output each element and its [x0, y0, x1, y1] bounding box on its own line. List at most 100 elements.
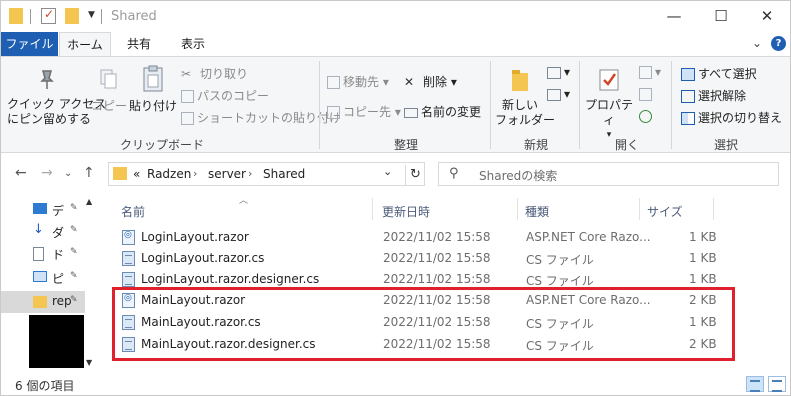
ribbon-expand-icon[interactable]: ⌄	[752, 36, 762, 50]
move-to-button[interactable]: 移動先 ▾	[327, 73, 389, 90]
razor-file-icon	[122, 230, 135, 245]
tab-home[interactable]: ホーム	[59, 32, 111, 56]
new-folder-icon	[512, 70, 528, 91]
edit-button[interactable]	[639, 87, 655, 101]
search-input[interactable]: Sharedの検索	[479, 167, 557, 184]
copy-path-button[interactable]: パスのコピー	[181, 87, 269, 104]
paste-label: 貼り付け	[129, 99, 178, 113]
document-icon	[33, 247, 44, 261]
properties-button[interactable]: プロパティ ▾	[583, 67, 635, 143]
open-button[interactable]: ▾	[639, 65, 661, 79]
pin-icon: ✎	[70, 271, 78, 281]
history-button[interactable]	[639, 109, 655, 123]
maximize-button[interactable]: ☐	[698, 1, 744, 32]
search-icon: ⚲	[449, 166, 459, 181]
pin-to-quick-access-button[interactable]: クイック アクセス にピン留めする	[7, 69, 106, 127]
open-group-label: 開く	[614, 138, 639, 152]
rename-button[interactable]: 名前の変更	[404, 103, 481, 120]
copy-to-button[interactable]: コピー先 ▾	[327, 103, 401, 120]
cs-file-icon	[122, 272, 135, 287]
copy-label: コピー	[91, 99, 128, 113]
cut-button[interactable]: ✂ 切り取り	[181, 65, 248, 83]
recent-dropdown-icon[interactable]: ⌄	[64, 168, 72, 179]
select-none-button[interactable]: 選択解除	[681, 87, 746, 104]
pin-icon: ✎	[70, 247, 78, 257]
properties-label: プロパティ	[584, 98, 633, 127]
column-header-type[interactable]: 種類	[525, 203, 549, 220]
desktop-icon	[33, 203, 47, 214]
navigation-pane: デ ✎ ↓ ダ ✎ ド ✎ ピ ✎ rep ✎ ▲ ▼	[1, 195, 96, 373]
column-header-name[interactable]: 名前	[121, 203, 145, 220]
breadcrumb-server[interactable]: server	[208, 167, 246, 181]
nav-item-downloads[interactable]: ↓ ダ ✎	[33, 221, 85, 243]
help-icon[interactable]: ?	[771, 36, 786, 51]
paste-shortcut-icon	[181, 112, 194, 125]
table-row[interactable]: LoginLayout.razor 2022/11/02 15:58 ASP.N…	[117, 227, 737, 248]
easy-access-button[interactable]: ▾	[547, 87, 570, 101]
pin-icon: ✎	[70, 225, 78, 235]
explorer-window: ▼ Shared — ☐ ✕ ファイル ホーム 共有 表示 ⌄ ? クイック ア…	[0, 0, 791, 396]
up-icon[interactable]: ↑	[83, 165, 95, 181]
copy-icon	[100, 69, 117, 89]
select-all-icon	[681, 68, 695, 81]
move-icon	[327, 76, 340, 89]
close-button[interactable]: ✕	[744, 1, 790, 32]
delete-button[interactable]: ✕ 削除 ▾	[404, 73, 457, 91]
large-icons-view-icon[interactable]	[768, 376, 786, 392]
properties-quick-icon[interactable]	[41, 7, 56, 24]
nav-item-desktop[interactable]: デ ✎	[33, 199, 85, 221]
quick-access-dropdown-icon[interactable]: ▼	[88, 10, 95, 20]
new-folder-button[interactable]: 新しい フォルダー	[495, 67, 555, 128]
folder-icon	[113, 167, 127, 180]
breadcrumb-radzen[interactable]: Radzen	[147, 167, 191, 181]
paste-button[interactable]: 貼り付け	[129, 65, 177, 114]
minimize-button[interactable]: —	[651, 1, 697, 32]
properties-icon	[599, 69, 619, 91]
nav-item-rep[interactable]: rep ✎	[33, 291, 85, 313]
nav-item-documents[interactable]: ド ✎	[33, 243, 85, 265]
breadcrumb-shared[interactable]: Shared	[263, 167, 305, 181]
new-item-button[interactable]: ▾	[547, 65, 570, 79]
paste-shortcut-button[interactable]: ショートカットの貼り付け	[181, 109, 341, 126]
delete-icon: ✕	[404, 74, 415, 89]
copy-button[interactable]: コピー	[91, 69, 127, 114]
folder-icon	[33, 296, 47, 308]
column-header-size[interactable]: サイズ	[647, 203, 683, 220]
highlight-box	[112, 287, 735, 361]
easy-access-icon	[547, 88, 561, 101]
details-view-icon[interactable]	[746, 376, 764, 392]
new-folder-quick-icon[interactable]	[65, 8, 79, 24]
redacted-area	[29, 315, 84, 368]
scroll-up-icon[interactable]: ▲	[86, 197, 92, 206]
invert-selection-icon	[681, 112, 695, 125]
nav-scrollbar[interactable]: ▲ ▼	[85, 195, 96, 373]
copy-to-icon	[327, 106, 340, 119]
address-dropdown-icon[interactable]: ⌄	[383, 165, 392, 178]
table-row[interactable]: LoginLayout.razor.cs 2022/11/02 15:58 CS…	[117, 248, 737, 269]
address-bar[interactable]: « Radzen › server › Shared ⌄ ↻	[108, 162, 425, 186]
scroll-down-icon[interactable]: ▼	[86, 358, 92, 367]
tab-file[interactable]: ファイル	[1, 32, 58, 56]
sort-ascending-icon: ︿	[239, 196, 249, 206]
invert-selection-button[interactable]: 選択の切り替え	[681, 109, 782, 126]
new-item-icon	[547, 66, 561, 79]
column-header-date[interactable]: 更新日時	[382, 203, 430, 220]
forward-icon[interactable]: →	[41, 165, 53, 181]
scissors-icon: ✂	[181, 66, 192, 81]
nav-item-pictures[interactable]: ピ ✎	[33, 267, 85, 289]
folder-icon	[9, 8, 23, 24]
breadcrumb-overflow[interactable]: «	[133, 167, 140, 181]
back-icon[interactable]: ←	[15, 165, 27, 181]
picture-icon	[33, 271, 47, 282]
cs-file-icon	[122, 251, 135, 266]
select-all-button[interactable]: すべて選択	[681, 65, 757, 82]
title-bar: ▼ Shared — ☐ ✕	[1, 1, 790, 32]
search-box[interactable]: ⚲ Sharedの検索	[438, 162, 779, 186]
refresh-icon[interactable]: ↻	[405, 165, 425, 185]
paste-icon	[143, 65, 163, 92]
tab-view[interactable]: 表示	[171, 32, 215, 56]
ribbon: クイック アクセス にピン留めする コピー 貼り付け ✂ 切り取り パスのコピー …	[1, 56, 790, 153]
pin-icon: ✎	[70, 203, 78, 213]
select-none-icon	[681, 90, 695, 103]
tab-share[interactable]: 共有	[117, 32, 161, 56]
